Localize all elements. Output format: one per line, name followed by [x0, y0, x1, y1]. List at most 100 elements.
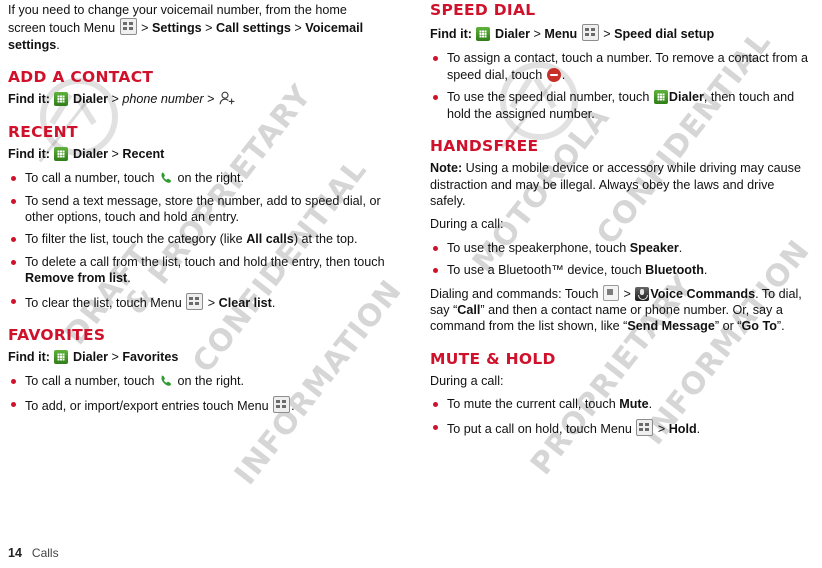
- favorites-bullet-list: To call a number, touch on the right. To…: [8, 373, 388, 414]
- dialing-text-4: ” or “: [714, 319, 742, 334]
- separator: >: [654, 421, 669, 436]
- dialing-text-1: Dialing and commands: Touch: [430, 286, 602, 301]
- bullet-text: To assign a contact, touch a number. To …: [447, 51, 808, 82]
- intro-sep-1: >: [137, 21, 152, 36]
- dialer-label: Dialer: [494, 27, 530, 42]
- separator-2: >: [603, 27, 611, 42]
- page-number: 14: [8, 546, 22, 560]
- bullet-text: To use a Bluetooth™ device, touch: [447, 263, 646, 278]
- separator: >: [111, 350, 119, 365]
- bullet-text: To filter the list, touch the category (…: [25, 232, 247, 247]
- section-favorites: FAVORITES Find it: Dialer > Favorites To…: [8, 325, 388, 414]
- handsfree-during-call: During a call:: [430, 217, 504, 232]
- mute-label: Mute: [619, 397, 649, 412]
- find-it-add-a-contact: Find it: Dialer > phone number >: [8, 91, 388, 107]
- call-settings-label: Call settings: [216, 21, 291, 36]
- intro-sep-3: >: [290, 21, 306, 36]
- list-item: To call a number, touch on the right.: [8, 170, 388, 186]
- find-it-speed-dial: Find it: Dialer > Menu > Speed dial setu…: [430, 24, 810, 42]
- right-column: SPEED DIAL Find it: Dialer > Menu > Spee…: [430, 0, 810, 443]
- separator: >: [619, 286, 635, 301]
- left-column: If you need to change your voicemail num…: [8, 0, 388, 420]
- recent-label: Recent: [122, 146, 165, 161]
- hold-label: Hold: [668, 421, 697, 436]
- bullet-text: To use the speakerphone, touch: [447, 240, 630, 255]
- recent-bullet-list: To call a number, touch on the right. To…: [8, 170, 388, 311]
- bullet-text: To clear the list, touch Menu: [25, 295, 186, 310]
- handsfree-note: Note: Using a mobile device or accessory…: [430, 160, 810, 209]
- list-item: To delete a call from the list, touch an…: [8, 254, 388, 287]
- manual-page: DRAFT & PROPRIETARY INFORMATION CONFIDEN…: [0, 0, 822, 568]
- intro-text-end: .: [56, 37, 60, 52]
- heading-mute-and-hold: MUTE & HOLD: [430, 349, 556, 368]
- list-item: To use the speakerphone, touch Speaker.: [430, 240, 810, 256]
- bluetooth-label: Bluetooth: [645, 263, 704, 278]
- favorites-label: Favorites: [122, 350, 179, 365]
- mute-hold-during-call: During a call:: [430, 373, 504, 388]
- bullet-text-end: .: [127, 271, 131, 286]
- separator-2: >: [207, 92, 215, 107]
- phone-number-label: phone number: [122, 92, 204, 107]
- bullet-text-end: on the right.: [174, 171, 245, 186]
- dialer-icon: [54, 146, 69, 161]
- bullet-text: To use the speed dial number, touch: [447, 90, 653, 105]
- mute-hold-bullet-list: To mute the current call, touch Mute. To…: [430, 396, 810, 437]
- dialer-icon: [54, 92, 69, 107]
- bullet-text-end: .: [703, 263, 708, 278]
- dialer-label: Dialer: [72, 92, 108, 107]
- bullet-text-end: .: [678, 240, 683, 255]
- remove-icon: [546, 67, 561, 82]
- heading-handsfree: HANDSFREE: [430, 137, 539, 156]
- menu-icon: [119, 18, 137, 36]
- page-footer: 14 Calls: [8, 546, 59, 560]
- menu-icon: [636, 418, 654, 436]
- heading-favorites: FAVORITES: [8, 325, 106, 344]
- menu-icon: [186, 292, 204, 310]
- find-it-recent: Find it: Dialer > Recent: [8, 146, 388, 162]
- voice-commands-icon: [635, 286, 650, 301]
- bullet-text-end: .: [271, 295, 276, 310]
- heading-recent: RECENT: [8, 122, 78, 141]
- find-it-favorites: Find it: Dialer > Favorites: [8, 349, 388, 365]
- bullet-text: To call a number, touch: [25, 374, 159, 389]
- list-item: To add, or import/export entries touch M…: [8, 395, 388, 414]
- bullet-text: To delete a call from the list, touch an…: [25, 254, 385, 269]
- list-item: To send a text message, store the number…: [8, 193, 388, 226]
- handsfree-dialing-paragraph: Dialing and commands: Touch > Voice Comm…: [430, 284, 810, 335]
- menu-icon: [581, 24, 599, 42]
- section-recent: RECENT Find it: Dialer > Recent To call …: [8, 122, 388, 311]
- go-to-command-label: Go To: [741, 319, 777, 334]
- find-it-label: Find it:: [8, 146, 50, 161]
- remove-from-list-label: Remove from list: [25, 271, 128, 286]
- find-it-label: Find it:: [8, 350, 50, 365]
- dialer-label: Dialer: [668, 90, 704, 105]
- find-it-label: Find it:: [8, 92, 50, 107]
- bullet-text-end: .: [291, 398, 295, 413]
- section-mute-and-hold: MUTE & HOLD During a call: To mute the c…: [430, 349, 810, 437]
- dialing-text-end: ”.: [776, 319, 785, 334]
- bullet-text-end: .: [696, 421, 701, 436]
- bullet-text-end: ) at the top.: [293, 232, 358, 247]
- separator: >: [204, 295, 219, 310]
- settings-label: Settings: [151, 21, 202, 36]
- bullet-text: To add, or import/export entries touch M…: [25, 398, 273, 413]
- heading-add-a-contact: ADD A CONTACT: [8, 68, 154, 87]
- speaker-label: Speaker: [629, 240, 679, 255]
- speed-dial-bullet-list: To assign a contact, touch a number. To …: [430, 50, 810, 122]
- all-calls-label: All calls: [246, 232, 294, 247]
- list-item: To put a call on hold, touch Menu > Hold…: [430, 418, 810, 437]
- bullet-text: To send a text message, store the number…: [25, 193, 381, 224]
- call-icon: [161, 172, 171, 183]
- bullet-text-end: on the right.: [174, 374, 245, 389]
- chapter-name: Calls: [31, 546, 59, 560]
- note-label: Note:: [430, 161, 463, 176]
- list-item: To mute the current call, touch Mute.: [430, 396, 810, 412]
- dialer-icon: [476, 27, 491, 42]
- list-item: To call a number, touch on the right.: [8, 373, 388, 389]
- call-icon: [161, 376, 171, 387]
- bullet-text-end: .: [648, 397, 653, 412]
- bullet-text-end: .: [561, 67, 566, 82]
- separator: >: [111, 92, 119, 107]
- separator: >: [533, 27, 541, 42]
- voicemail-intro-paragraph: If you need to change your voicemail num…: [8, 2, 388, 53]
